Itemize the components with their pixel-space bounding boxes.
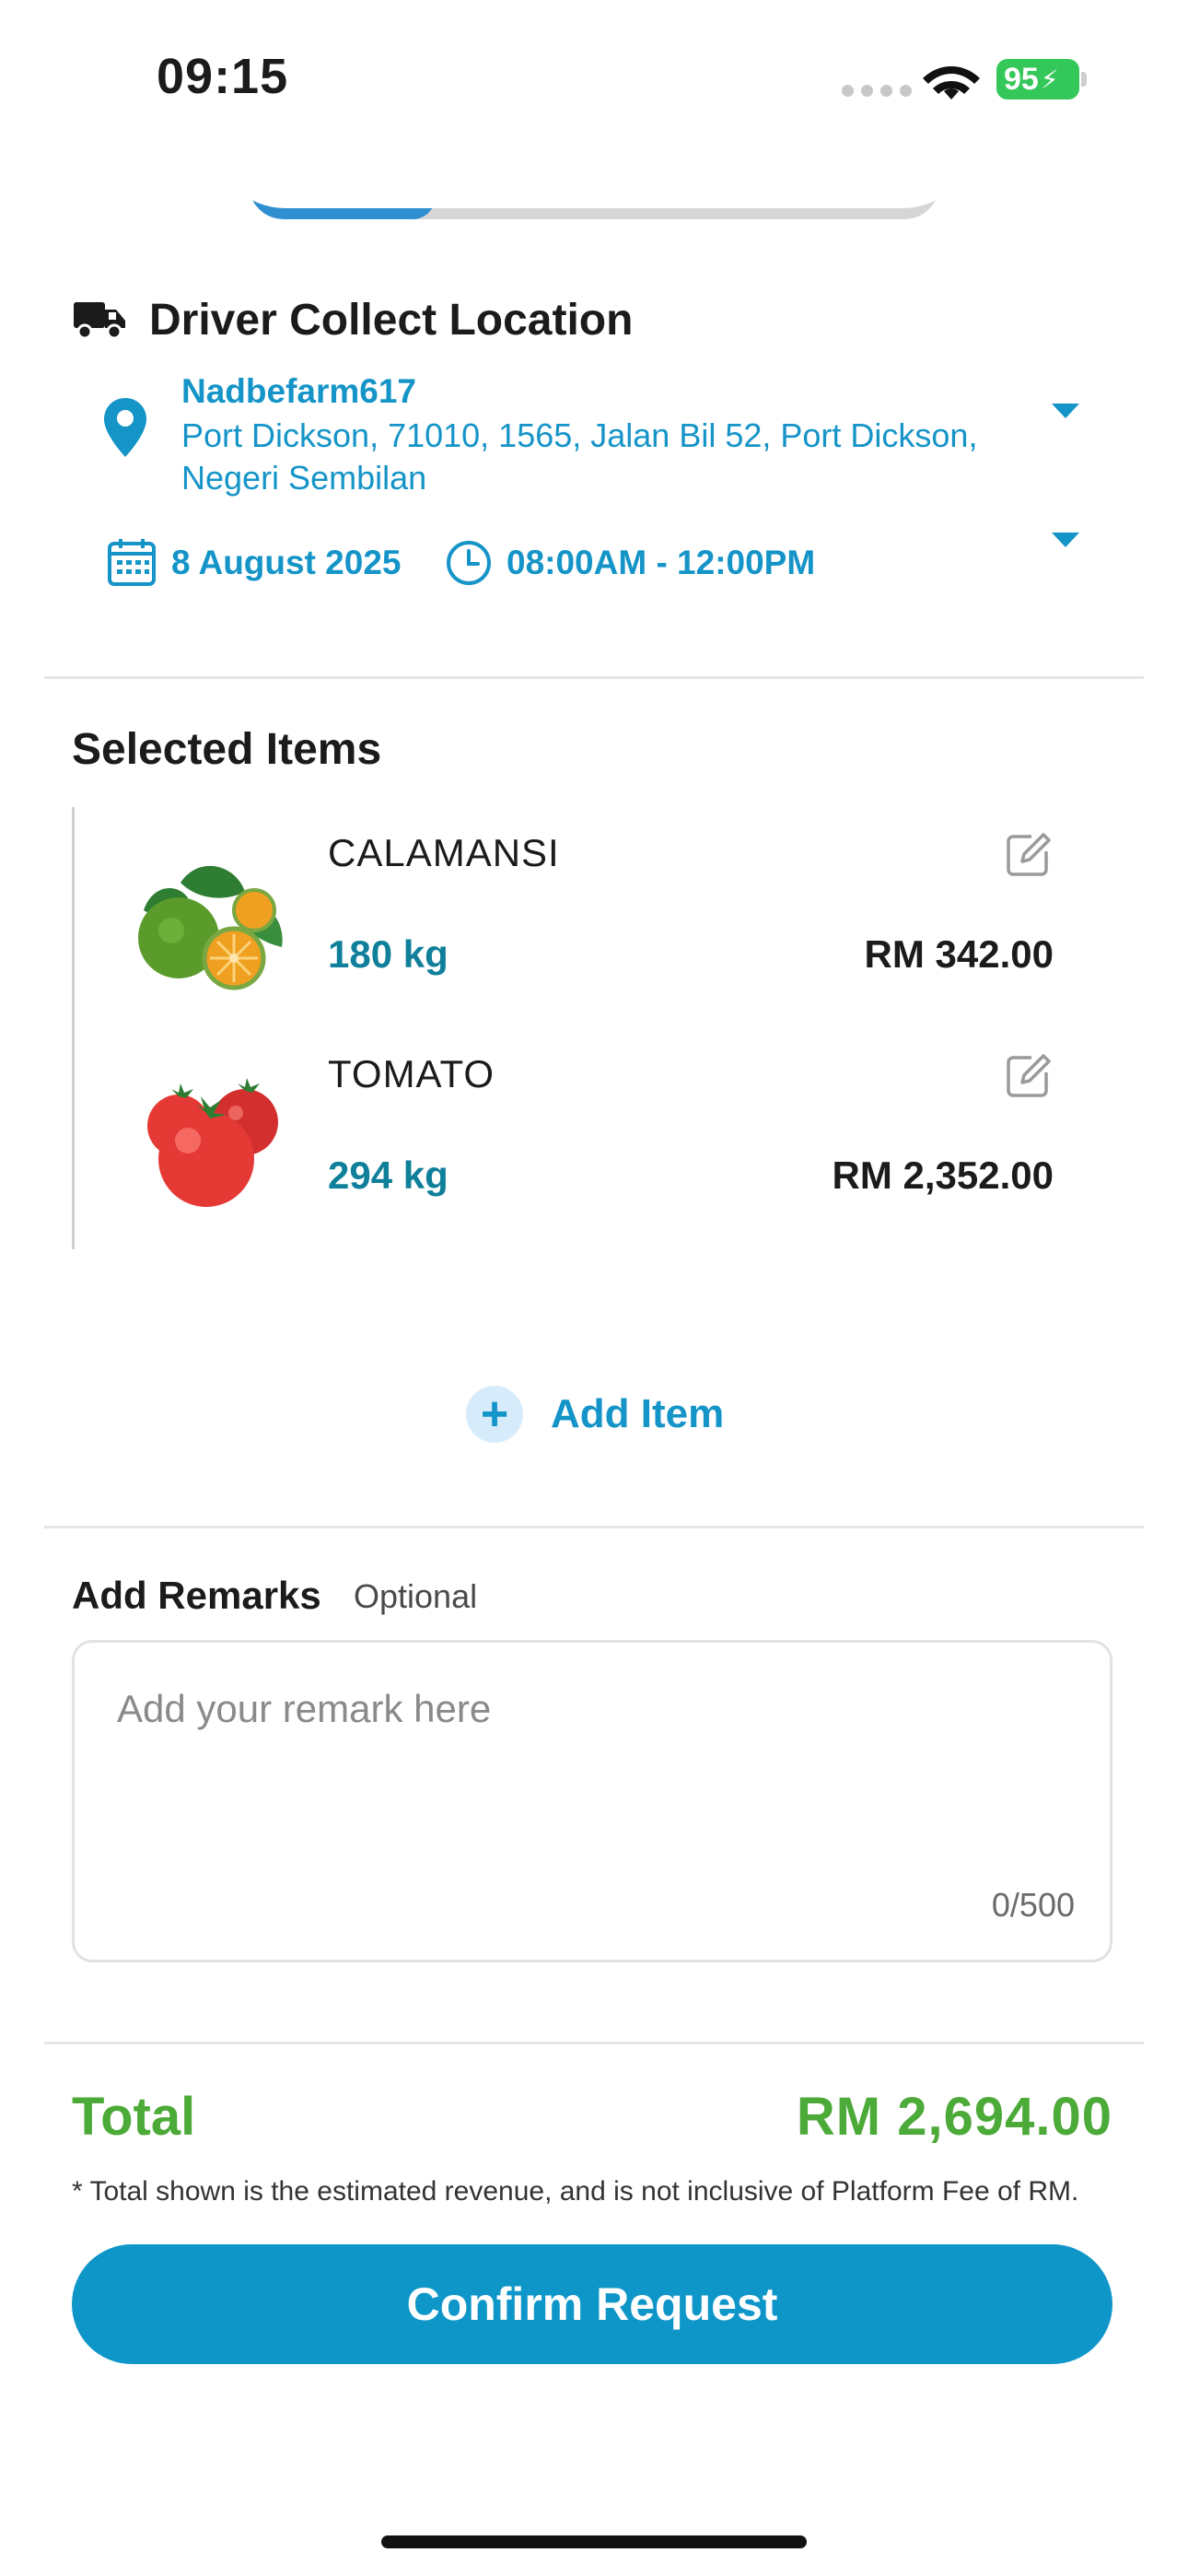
home-indicator bbox=[381, 2535, 807, 2548]
collect-location-title: Driver Collect Location bbox=[149, 296, 634, 345]
edit-icon[interactable] bbox=[1004, 1052, 1052, 1100]
remarks-title: Add Remarks bbox=[72, 1574, 321, 1617]
truck-icon bbox=[74, 302, 125, 340]
battery-nub bbox=[1081, 72, 1087, 87]
remark-char-count: 0/500 bbox=[991, 1886, 1075, 1924]
battery-indicator: 95 ⚡ bbox=[996, 59, 1079, 100]
total-label: Total bbox=[72, 2087, 196, 2147]
total-note: * Total shown is the estimated revenue, … bbox=[72, 2176, 1079, 2207]
item-name: CALAMANSI bbox=[328, 831, 560, 874]
wifi-icon bbox=[923, 66, 980, 100]
confirm-request-button[interactable]: Confirm Request bbox=[72, 2244, 1112, 2364]
section-divider bbox=[44, 1526, 1144, 1528]
section-divider bbox=[44, 2042, 1144, 2044]
battery-level: 95 bbox=[1004, 61, 1039, 97]
remarks-optional-label: Optional bbox=[354, 1577, 478, 1615]
remark-box[interactable]: 0/500 bbox=[72, 1640, 1112, 1962]
item-quantity: 294 kg bbox=[328, 1153, 448, 1197]
progress-mask bbox=[212, 129, 976, 208]
edit-icon[interactable] bbox=[1004, 831, 1052, 879]
location-pin-icon bbox=[104, 398, 146, 457]
item-quantity: 180 kg bbox=[328, 932, 448, 976]
remark-input[interactable] bbox=[117, 1687, 1056, 1871]
item-price: RM 342.00 bbox=[864, 932, 1054, 976]
location-dropdown-caret-icon[interactable] bbox=[1052, 404, 1079, 418]
collect-date[interactable]: 8 August 2025 bbox=[171, 544, 402, 582]
add-item-button[interactable]: + Add Item bbox=[466, 1386, 724, 1443]
location-address[interactable]: Port Dickson, 71010, 1565, Jalan Bil 52,… bbox=[181, 415, 1029, 499]
location-name[interactable]: Nadbefarm617 bbox=[181, 372, 416, 411]
plus-icon: + bbox=[466, 1386, 523, 1443]
section-divider bbox=[44, 676, 1144, 679]
item-price: RM 2,352.00 bbox=[832, 1153, 1054, 1197]
items-rail bbox=[72, 807, 75, 1249]
clock-icon bbox=[447, 541, 491, 585]
calamansi-image bbox=[138, 865, 283, 990]
total-value: RM 2,694.00 bbox=[796, 2087, 1112, 2147]
status-time: 09:15 bbox=[157, 49, 289, 104]
calendar-icon bbox=[108, 539, 156, 586]
add-item-label: Add Item bbox=[551, 1391, 725, 1436]
selected-items-title: Selected Items bbox=[72, 725, 382, 774]
collect-time-slot[interactable]: 08:00AM - 12:00PM bbox=[507, 544, 815, 582]
cellular-signal-icon bbox=[842, 85, 912, 97]
item-name: TOMATO bbox=[328, 1052, 495, 1095]
schedule-dropdown-caret-icon[interactable] bbox=[1052, 533, 1079, 547]
tomato-image bbox=[147, 1078, 278, 1207]
charging-bolt-icon: ⚡ bbox=[1040, 64, 1059, 94]
